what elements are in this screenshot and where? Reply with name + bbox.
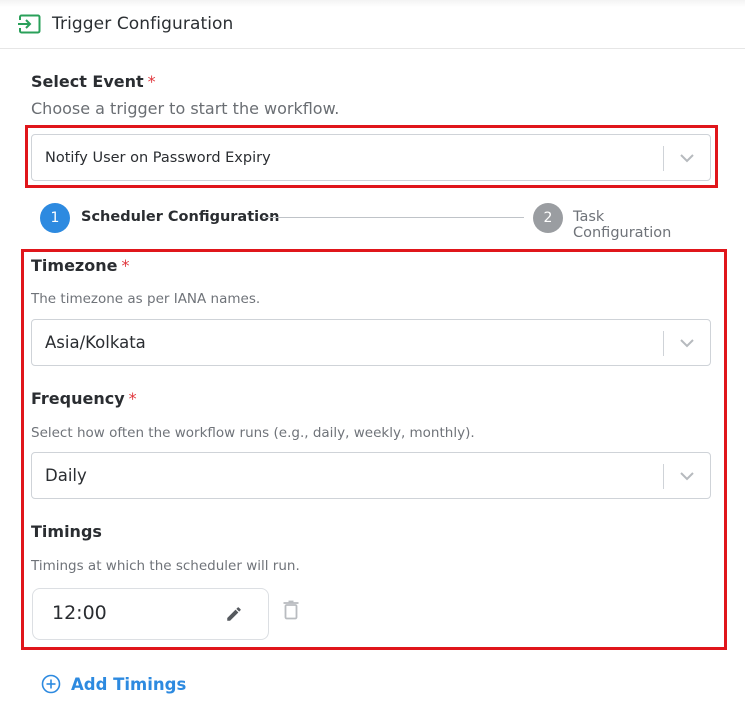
- frequency-label-text: Frequency: [31, 389, 125, 408]
- timezone-label-text: Timezone: [31, 256, 118, 275]
- step-2-label[interactable]: Task Configuration: [573, 209, 705, 241]
- dropdown-separator: [663, 146, 664, 171]
- dropdown-separator: [663, 464, 664, 489]
- step-1-label[interactable]: Scheduler Configuration: [81, 209, 279, 225]
- required-mark: *: [147, 72, 156, 91]
- timezone-dropdown[interactable]: Asia/Kolkata: [31, 319, 711, 366]
- timing-value: 12:00: [52, 602, 107, 624]
- timezone-value: Asia/Kolkata: [45, 333, 146, 352]
- timings-description: Timings at which the scheduler will run.: [31, 558, 300, 574]
- panel-header: Trigger Configuration: [0, 0, 745, 49]
- select-event-value: Notify User on Password Expiry: [45, 149, 271, 166]
- add-timings-button[interactable]: Add Timings: [41, 673, 186, 695]
- frequency-dropdown[interactable]: Daily: [31, 452, 711, 499]
- timezone-label: Timezone *: [31, 256, 129, 275]
- required-mark: *: [121, 256, 130, 275]
- step-1-indicator[interactable]: 1: [40, 203, 70, 233]
- frequency-value: Daily: [45, 466, 87, 485]
- frequency-description: Select how often the workflow runs (e.g.…: [31, 425, 475, 441]
- pencil-icon[interactable]: [225, 605, 243, 623]
- trash-icon[interactable]: [283, 600, 299, 620]
- chevron-down-icon[interactable]: [679, 336, 695, 350]
- add-timings-label: Add Timings: [71, 674, 187, 694]
- frequency-label: Frequency *: [31, 389, 137, 408]
- select-event-dropdown[interactable]: Notify User on Password Expiry: [31, 134, 711, 181]
- timezone-description: The timezone as per IANA names.: [31, 291, 261, 307]
- required-mark: *: [128, 389, 137, 408]
- step-connector: [263, 217, 524, 218]
- stepper: 1 Scheduler Configuration 2 Task Configu…: [40, 203, 705, 241]
- step-2-indicator[interactable]: 2: [533, 203, 563, 233]
- timings-label: Timings: [31, 522, 102, 541]
- select-event-label: Select Event *: [31, 72, 156, 91]
- enter-icon: [17, 14, 41, 34]
- chevron-down-icon[interactable]: [679, 151, 695, 165]
- panel-title: Trigger Configuration: [52, 14, 234, 34]
- chevron-down-icon[interactable]: [679, 469, 695, 483]
- plus-circle-icon: [41, 674, 61, 694]
- select-event-label-text: Select Event: [31, 72, 144, 91]
- dropdown-separator: [663, 331, 664, 356]
- timing-item: 12:00: [32, 588, 269, 640]
- select-event-description: Choose a trigger to start the workflow.: [31, 99, 340, 118]
